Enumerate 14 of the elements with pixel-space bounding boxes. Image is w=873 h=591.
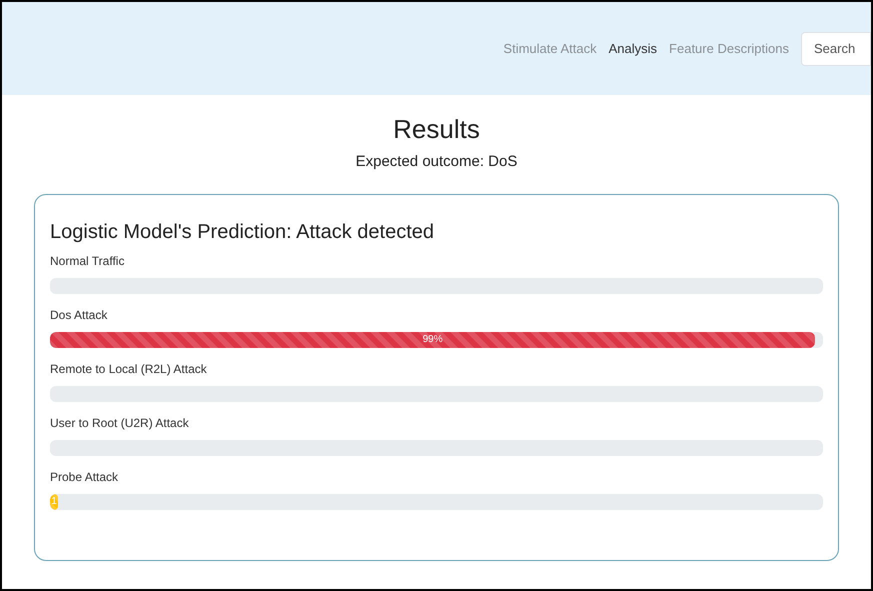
bar-label: Dos Attack bbox=[50, 306, 108, 322]
search-field[interactable]: Search bbox=[801, 32, 871, 66]
bar-label: Remote to Local (R2L) Attack bbox=[50, 360, 208, 376]
bar-label: Normal Traffic bbox=[50, 252, 126, 268]
bar-percentage: 99% bbox=[422, 333, 443, 347]
page-heading: Results bbox=[393, 113, 480, 146]
nav-link[interactable]: Feature Descriptions bbox=[669, 38, 789, 58]
card-title: Logistic Model's Prediction: Attack detected bbox=[50, 220, 436, 244]
nav-link[interactable]: Analysis bbox=[608, 38, 658, 58]
nav-link[interactable]: Stimulate Attack bbox=[503, 38, 597, 58]
bar-percentage: 1 bbox=[51, 495, 57, 509]
expected-outcome: Expected outcome: DoS bbox=[356, 152, 518, 172]
bar-label: User to Root (U2R) Attack bbox=[50, 414, 190, 430]
bar-label: Probe Attack bbox=[50, 468, 120, 484]
